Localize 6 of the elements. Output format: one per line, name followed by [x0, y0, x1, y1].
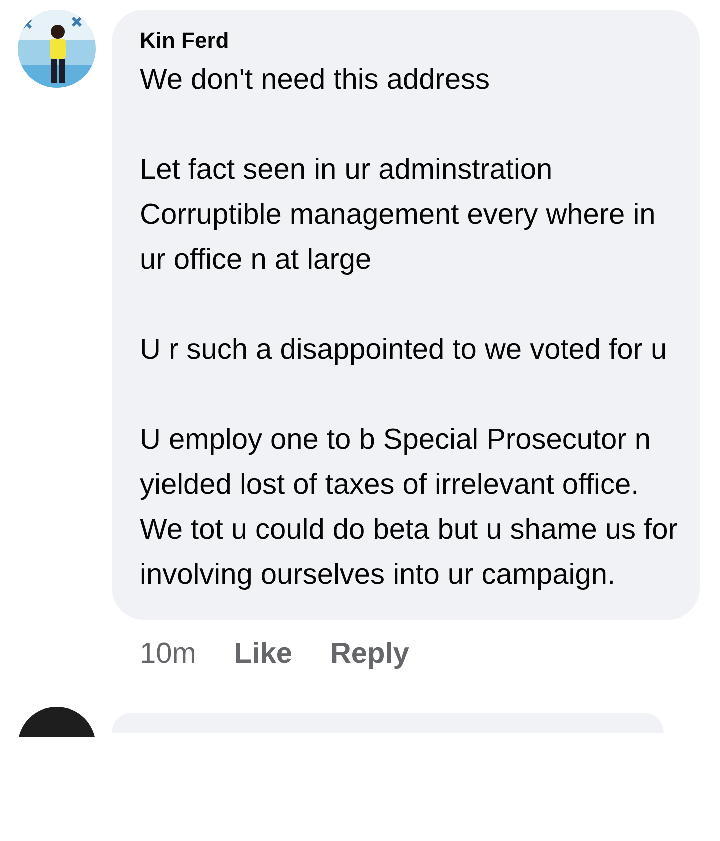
- comment-time: 10m: [140, 638, 196, 671]
- comment-text: We don't need this address Let fact seen in ur adminstration Corruptible management every where in ur office n at large U r such a disappointed to we voted for u U employ one to b Special Prosecutor n yielded lost of taxes of irrelevant office. We tot u could do beta but u shame us for involving ourselves into ur campaign.: [140, 63, 679, 593]
- reply-link[interactable]: Reply: [330, 638, 410, 671]
- like-link[interactable]: Like: [234, 638, 292, 671]
- author-name[interactable]: Kin Ferd: [140, 28, 230, 54]
- avatar-icon: [18, 707, 96, 737]
